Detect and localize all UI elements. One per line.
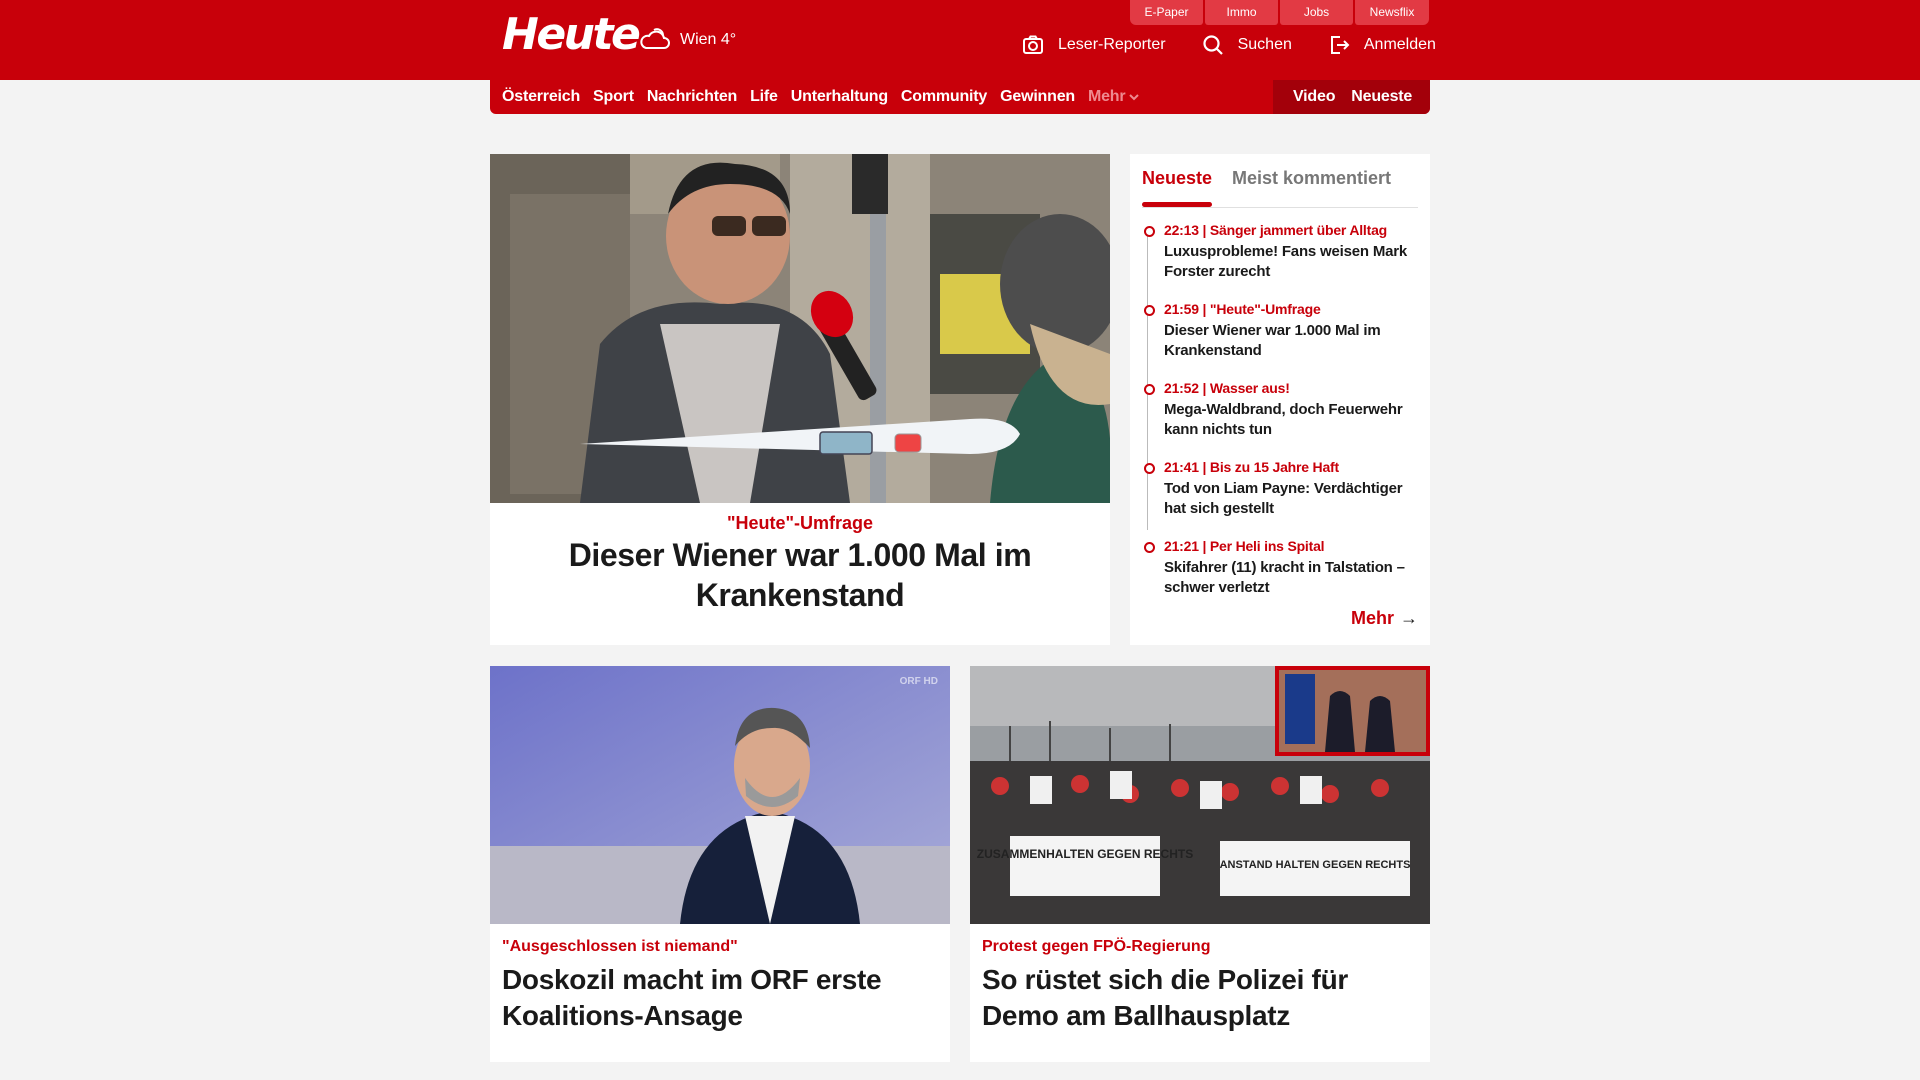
nav-item-unterhaltung[interactable]: Unterhaltung <box>791 88 888 106</box>
tab-newsflix[interactable]: Newsflix <box>1355 0 1429 25</box>
timeline-dot <box>1144 226 1155 237</box>
news-kicker: 21:41 | Bis zu 15 Jahre Haft <box>1164 459 1339 475</box>
news-kicker: 21:52 | Wasser aus! <box>1164 380 1290 396</box>
nav-item-sport[interactable]: Sport <box>593 88 634 106</box>
leser-reporter-label: Leser-Reporter <box>1058 36 1166 53</box>
timeline-dot <box>1144 463 1155 474</box>
chevron-down-icon <box>1129 94 1140 101</box>
news-title[interactable]: Tod von Liam Payne: Verdächtiger hat sic… <box>1164 479 1426 519</box>
hero-title[interactable]: Dieser Wiener war 1.000 Mal im Krankenst… <box>510 535 1090 615</box>
heute-logo[interactable]: Heute <box>502 10 641 60</box>
camera-icon <box>1023 35 1043 54</box>
sidebar-tabs: Neueste Meist kommentiert <box>1142 164 1418 208</box>
nav-item-neueste[interactable]: Neueste <box>1351 88 1412 106</box>
arrow-right-icon: → <box>1400 608 1418 628</box>
nav-right-group: Video Neueste <box>1273 80 1430 114</box>
article-image[interactable]: ORF HD <box>490 666 950 924</box>
login-button[interactable]: Anmelden <box>1328 34 1436 56</box>
news-kicker: 22:13 | Sänger jammert über Alltag <box>1164 222 1388 238</box>
latest-news-sidebar: Neueste Meist kommentiert 22:13 | Sänger… <box>1130 154 1430 645</box>
news-title[interactable]: Luxusprobleme! Fans weisen Mark Forster … <box>1164 242 1426 282</box>
article-card[interactable]: ORF HD "Ausgeschlossen ist niemand" Dosk… <box>490 666 950 1062</box>
card-kicker: Protest gegen FPÖ-Regierung <box>982 938 1211 955</box>
nav-item-nachrichten[interactable]: Nachrichten <box>647 88 737 106</box>
card-title[interactable]: So rüstet sich die Polizei für Demo am B… <box>982 962 1422 1034</box>
nav-item-life[interactable]: Life <box>750 88 778 106</box>
nav-item-oesterreich[interactable]: Österreich <box>502 88 580 106</box>
hero-article[interactable]: "Heute"-Umfrage Dieser Wiener war 1.000 … <box>490 154 1110 645</box>
weather-widget[interactable]: Wien 4° <box>638 26 736 54</box>
banner-left-text: ZUSAMMENHALTEN GEGEN RECHTS <box>977 847 1193 861</box>
sidebar-more-link[interactable]: Mehr → <box>1351 608 1418 629</box>
main-nav: Österreich Sport Nachrichten Life Unterh… <box>490 80 1430 114</box>
cloud-sun-icon <box>640 28 670 49</box>
tab-meist-kommentiert[interactable]: Meist kommentiert <box>1232 168 1391 189</box>
login-label: Anmelden <box>1363 36 1436 53</box>
card-title[interactable]: Doskozil macht im ORF erste Koalitions-A… <box>502 962 942 1034</box>
nav-item-community[interactable]: Community <box>901 88 987 106</box>
timeline-line <box>1147 230 1148 530</box>
header-actions: Leser-Reporter Suchen Anmelden <box>1022 34 1436 56</box>
nav-more-dropdown[interactable]: Mehr <box>1087 88 1140 106</box>
active-tab-indicator <box>1142 202 1212 207</box>
top-tabs: E-Paper Immo Jobs Newsflix <box>1130 0 1429 25</box>
sidebar-more-label: Mehr <box>1350 608 1394 628</box>
timeline-dot <box>1144 305 1155 316</box>
nav-item-gewinnen[interactable]: Gewinnen <box>1000 88 1075 106</box>
tab-neueste[interactable]: Neueste <box>1142 168 1212 189</box>
nav-more-label: Mehr <box>1087 88 1126 105</box>
card-kicker: "Ausgeschlossen ist niemand" <box>502 938 738 955</box>
article-card[interactable]: ZUSAMMENHALTEN GEGEN RECHTS ANSTAND HALT… <box>970 666 1430 1062</box>
search-icon <box>1203 35 1223 55</box>
news-kicker: 21:59 | "Heute"-Umfrage <box>1164 301 1321 317</box>
news-kicker: 21:21 | Per Heli ins Spital <box>1164 538 1325 554</box>
news-title[interactable]: Mega-Waldbrand, doch Feuerwehr kann nich… <box>1164 400 1426 440</box>
hero-image[interactable] <box>490 154 1110 503</box>
leser-reporter-button[interactable]: Leser-Reporter <box>1022 34 1166 56</box>
hero-kicker: "Heute"-Umfrage <box>726 513 874 533</box>
nav-item-video[interactable]: Video <box>1293 88 1335 106</box>
news-title[interactable]: Dieser Wiener war 1.000 Mal im Krankenst… <box>1164 321 1426 361</box>
news-title[interactable]: Skifahrer (11) kracht in Talstation – sc… <box>1164 558 1426 598</box>
site-header <box>0 0 1920 80</box>
search-label: Suchen <box>1237 36 1292 53</box>
timeline-dot <box>1144 384 1155 395</box>
tab-jobs[interactable]: Jobs <box>1280 0 1353 25</box>
login-icon <box>1330 36 1350 54</box>
timeline-dot <box>1144 542 1155 553</box>
tab-immo[interactable]: Immo <box>1205 0 1278 25</box>
article-image[interactable]: ZUSAMMENHALTEN GEGEN RECHTS ANSTAND HALT… <box>970 666 1430 924</box>
tab-epaper[interactable]: E-Paper <box>1130 0 1203 25</box>
orf-watermark: ORF HD <box>899 676 938 687</box>
search-button[interactable]: Suchen <box>1202 34 1292 56</box>
weather-text: Wien 4° <box>680 31 737 48</box>
banner-right-text: ANSTAND HALTEN GEGEN RECHTS <box>1220 859 1411 871</box>
